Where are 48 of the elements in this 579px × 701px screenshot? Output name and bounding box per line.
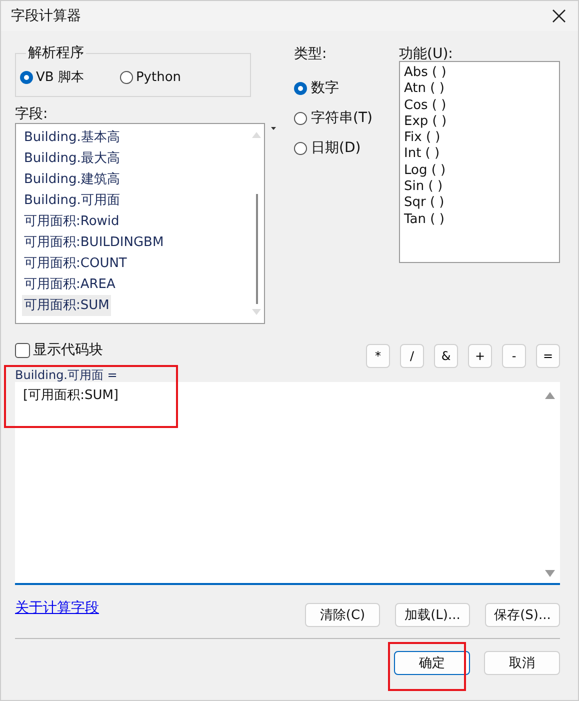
about-link[interactable]: 关于计算字段 (15, 599, 99, 627)
functions-label: 功能(U): (399, 45, 454, 63)
expression-label: Building.可用面 = (15, 368, 118, 382)
function-item[interactable]: Abs ( ) (404, 65, 555, 82)
dialog-button[interactable]: 确定 (394, 651, 470, 675)
function-item[interactable]: Atn ( ) (404, 81, 555, 98)
dialog-button[interactable]: 取消 (484, 651, 560, 675)
radio-option[interactable]: Python (120, 68, 182, 86)
operator-button[interactable]: + (468, 344, 492, 368)
close-icon[interactable] (552, 9, 566, 23)
radio-option[interactable]: 日期(D) (294, 139, 399, 157)
function-item[interactable]: Sqr ( ) (404, 195, 555, 212)
field-item[interactable]: Building.建筑高 (22, 169, 122, 190)
window-title: 字段计算器 (11, 7, 81, 25)
scroll-down-icon[interactable] (545, 570, 555, 577)
radio-option[interactable]: 数字 (294, 79, 399, 97)
dropdown-arrow-icon[interactable] (271, 127, 276, 130)
expression-field[interactable]: [可用面积:SUM] (15, 382, 560, 585)
type-label: 类型: (294, 45, 328, 63)
function-item[interactable]: Log ( ) (404, 162, 555, 180)
action-button[interactable]: 保存(S)... (485, 603, 560, 627)
action-button[interactable]: 加载(L)... (395, 603, 470, 627)
radio-option[interactable]: VB 脚本 (20, 68, 84, 86)
function-item[interactable]: Cos ( ) (404, 98, 555, 114)
operator-button[interactable]: / (400, 344, 424, 368)
field-item[interactable]: 可用面积:AREA (22, 274, 118, 295)
radio-option[interactable]: 字符串(T) (294, 109, 399, 127)
field-item[interactable]: 可用面积:SUM (22, 295, 112, 316)
operator-button[interactable]: & (434, 344, 458, 368)
operator-button[interactable]: * (366, 344, 390, 368)
field-item[interactable]: 可用面积:BUILDINGBM (22, 232, 166, 253)
operator-button[interactable]: = (536, 344, 560, 368)
group-label: 解析程序 (26, 44, 86, 62)
function-item[interactable]: Tan ( ) (404, 212, 555, 228)
function-item[interactable]: Sin ( ) (404, 179, 555, 196)
operator-button[interactable]: - (502, 344, 526, 368)
field-item[interactable]: Building.基本高 (22, 127, 122, 148)
function-item[interactable]: Exp ( ) (404, 114, 555, 130)
action-button[interactable]: 清除(C) (305, 603, 380, 627)
checkbox-option[interactable]: 显示代码块 (15, 341, 103, 359)
function-item[interactable]: Int ( ) (404, 146, 555, 163)
function-item[interactable]: Fix ( ) (404, 130, 555, 146)
field-item[interactable]: Building.最大高 (22, 148, 122, 169)
field-item[interactable]: 可用面积:Rowid (22, 211, 122, 232)
scroll-up-icon[interactable] (545, 392, 555, 399)
field-item[interactable]: 可用面积:COUNT (22, 253, 129, 274)
field-item[interactable]: Building.可用面 (22, 190, 122, 211)
fields-label: 字段: (15, 105, 49, 123)
